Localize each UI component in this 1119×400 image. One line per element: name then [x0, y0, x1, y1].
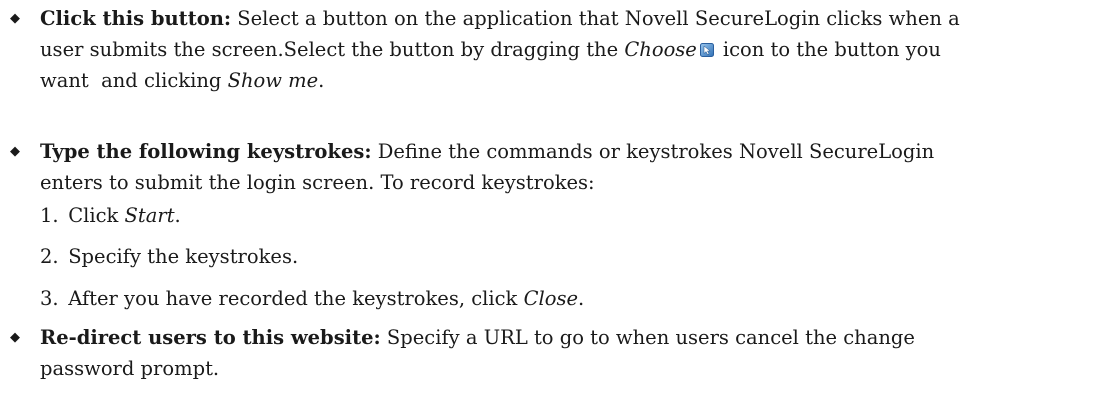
bullet-line: enters to submit the login screen. To re…: [40, 167, 1110, 198]
step-number: 3.: [40, 287, 59, 310]
bullet-text: Define the commands or keystrokes Novell…: [371, 140, 935, 163]
bullet-diamond: ◆: [10, 330, 20, 345]
bullet-line: want and clicking Show me.: [40, 65, 1110, 96]
bullet-term: Re-direct users to this website:: [40, 326, 381, 349]
start-label: Start: [124, 204, 175, 227]
bullet-text: Specify a URL to go to when users cancel…: [380, 326, 915, 349]
bullet-term: Click this button:: [40, 7, 232, 30]
bullet-line: password prompt.: [40, 353, 1110, 384]
bullet-item-type-keystrokes: ◆ Type the following keystrokes: Define …: [10, 136, 1110, 198]
bullet-body: Click this button: Select a button on th…: [40, 3, 1110, 96]
step-text: After you have recorded the keystrokes, …: [68, 287, 524, 310]
bullet-text: .: [318, 69, 325, 92]
step-number: 1.: [40, 204, 59, 227]
step-item: 2. Specify the keystrokes.: [40, 241, 298, 272]
step-item: 1. Click Start.: [40, 200, 181, 231]
bullet-line: user submits the screen.Select the butto…: [40, 34, 1110, 65]
bullet-text: icon to the button you: [722, 38, 941, 61]
choose-label: Choose: [624, 38, 697, 61]
bullet-text: password prompt.: [40, 357, 220, 380]
choose-target-icon: [699, 43, 714, 57]
step-text: Specify the keystrokes.: [68, 245, 299, 268]
bullet-term: Type the following keystrokes:: [40, 140, 372, 163]
step-text: Click: [68, 204, 125, 227]
close-label: Close: [523, 287, 579, 310]
bullet-line: Click this button: Select a button on th…: [40, 3, 1110, 34]
bullet-body: Type the following keystrokes: Define th…: [40, 136, 1110, 198]
bullet-diamond: ◆: [10, 144, 20, 159]
step-number: 2.: [40, 245, 59, 268]
show-me-label: Show me: [227, 69, 319, 92]
step-text: .: [578, 287, 585, 310]
bullet-item-redirect-users: ◆ Re-direct users to this website: Speci…: [10, 322, 1110, 384]
bullet-line: Re-direct users to this website: Specify…: [40, 322, 1110, 353]
bullet-body: Re-direct users to this website: Specify…: [40, 322, 1110, 384]
step-text: .: [174, 204, 181, 227]
bullet-diamond: ◆: [10, 11, 20, 26]
bullet-text: want and clicking: [40, 69, 228, 92]
bullet-text: Select a button on the application that …: [231, 7, 960, 30]
bullet-text: user submits the screen.Select the butto…: [40, 38, 625, 61]
document-page: ◆ Click this button: Select a button on …: [0, 0, 1119, 400]
bullet-text: enters to submit the login screen. To re…: [40, 171, 595, 194]
step-item: 3. After you have recorded the keystroke…: [40, 283, 584, 314]
bullet-line: Type the following keystrokes: Define th…: [40, 136, 1110, 167]
bullet-item-click-this-button: ◆ Click this button: Select a button on …: [10, 3, 1110, 96]
